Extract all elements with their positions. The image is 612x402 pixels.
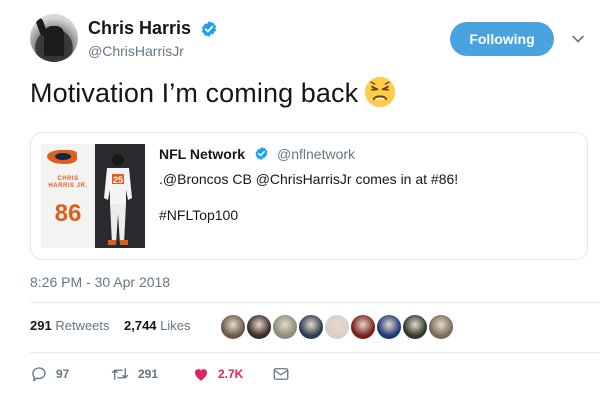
image-player-name: CHRIS HARRIS JR. [48, 176, 88, 189]
retweets-count: 291 [30, 318, 52, 333]
heart-icon [195, 369, 207, 381]
tweet-stats: 291 Retweets 2,744 Likes [30, 312, 600, 344]
following-button[interactable]: Following [450, 22, 554, 56]
quoted-handle[interactable]: @nflnetwork [277, 146, 355, 162]
liker-avatar[interactable] [350, 314, 376, 340]
tweet-actions: 97 291 2.7K [30, 362, 600, 386]
quoted-tweet-card[interactable]: CHRIS HARRIS JR. 86 25 NFL Network @nfln… [30, 132, 588, 260]
divider [30, 302, 600, 303]
divider [30, 352, 600, 353]
liker-avatar[interactable] [220, 314, 246, 340]
likes-count: 2,744 [124, 318, 157, 333]
chevron-down-icon[interactable] [571, 32, 585, 46]
retweets-stat[interactable]: 291 Retweets [30, 312, 110, 340]
liker-avatar[interactable] [298, 314, 324, 340]
quoted-tweet-image[interactable]: CHRIS HARRIS JR. 86 25 [41, 144, 145, 248]
quoted-hashtag[interactable]: #NFLTop100 [159, 207, 458, 223]
reply-icon [32, 367, 46, 382]
retweet-icon [111, 368, 129, 380]
liker-avatar[interactable] [246, 314, 272, 340]
retweet-count: 291 [138, 367, 159, 381]
envelope-icon [273, 368, 289, 380]
direct-message-button[interactable] [272, 362, 298, 386]
tweet-text: Motivation I’m coming back [30, 76, 396, 109]
liker-avatar[interactable] [428, 314, 454, 340]
image-rank-number: 86 [54, 200, 82, 227]
author-handle[interactable]: @ChrisHarrisJr [88, 43, 218, 59]
quoted-display-name[interactable]: NFL Network [159, 146, 245, 162]
likes-label: Likes [160, 318, 191, 333]
tweet-text-content: Motivation I’m coming back [30, 78, 359, 108]
author-name-block: Chris Harris @ChrisHarrisJr [88, 18, 218, 59]
reply-count: 97 [56, 367, 70, 381]
liker-avatar[interactable] [272, 314, 298, 340]
quoted-tweet-text: .@Broncos CB @ChrisHarrisJr comes in at … [159, 171, 459, 187]
liker-avatar[interactable] [376, 314, 402, 340]
tweet-header: Chris Harris @ChrisHarrisJr Following [30, 14, 600, 64]
player-figure-icon: 25 [104, 154, 132, 245]
reply-button[interactable]: 97 [30, 362, 69, 386]
jersey-number: 25 [113, 175, 123, 185]
retweet-button[interactable]: 291 [110, 362, 158, 386]
verified-badge-icon [201, 20, 216, 37]
verified-badge-icon [255, 147, 267, 161]
author-avatar[interactable] [30, 14, 78, 62]
tweet-timestamp[interactable]: 8:26 PM - 30 Apr 2018 [30, 274, 170, 290]
quoted-tweet-body: NFL Network @nflnetwork .@Broncos CB @Ch… [159, 145, 458, 223]
persevering-face-emoji-icon [365, 76, 396, 108]
like-button[interactable]: 2.7K [192, 362, 243, 386]
retweets-label: Retweets [55, 318, 110, 333]
liker-avatar[interactable] [402, 314, 428, 340]
liker-avatar[interactable] [324, 314, 350, 340]
like-count: 2.7K [218, 367, 244, 381]
likes-stat[interactable]: 2,744 Likes [124, 312, 191, 340]
author-display-name[interactable]: Chris Harris [88, 18, 191, 39]
